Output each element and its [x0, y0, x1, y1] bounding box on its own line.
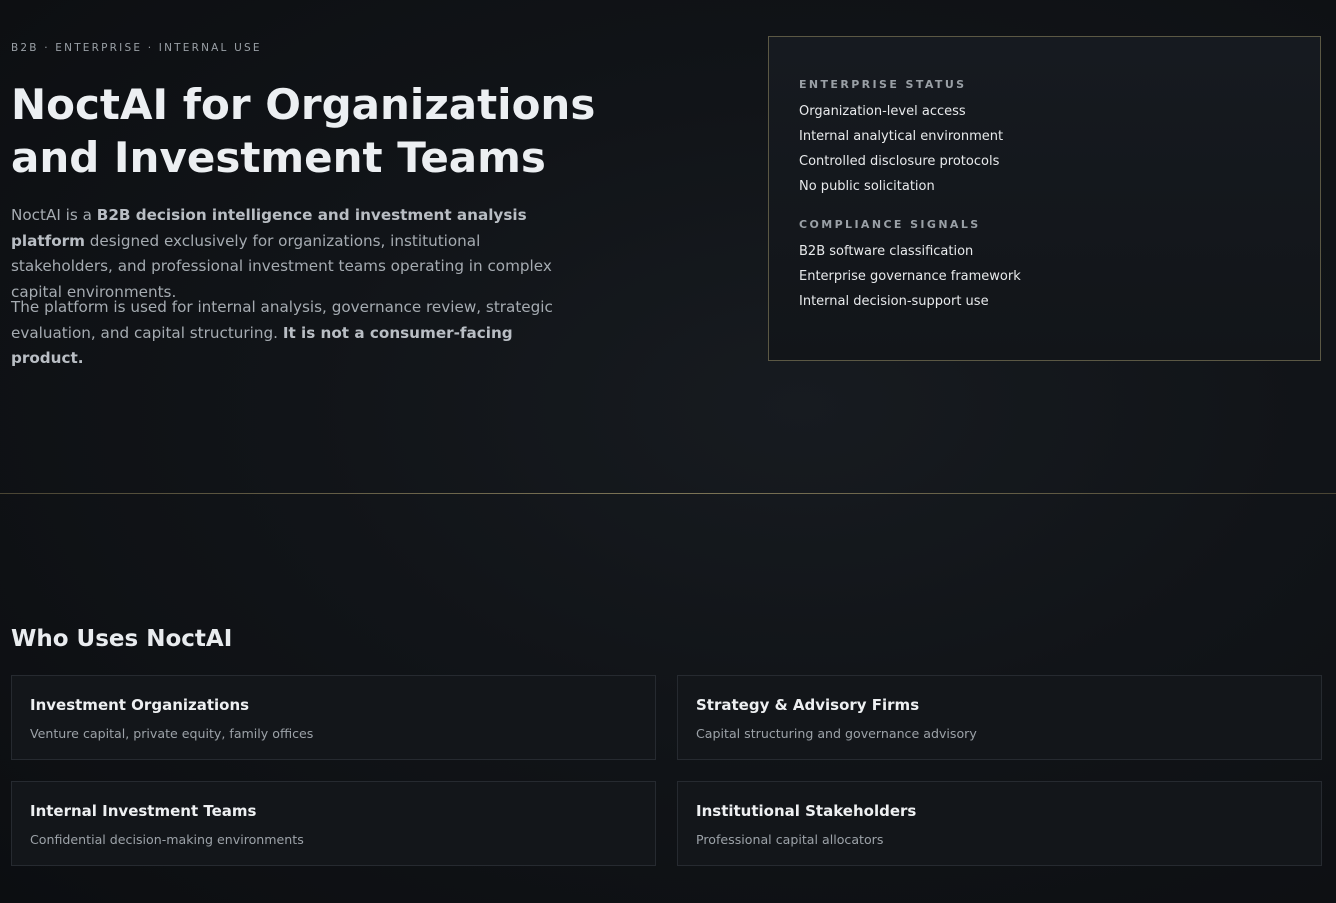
hero-section: B2B · ENTERPRISE · INTERNAL USE NoctAI f… — [0, 0, 1336, 493]
enterprise-status-heading: ENTERPRISE STATUS — [799, 78, 967, 91]
user-card-internal-investment-teams: Internal Investment Teams Confidential d… — [11, 781, 656, 866]
compliance-signal-item: Internal decision-support use — [799, 294, 989, 309]
card-title: Institutional Stakeholders — [696, 802, 917, 820]
page-title: NoctAI for Organizations and Investment … — [11, 80, 596, 182]
intro-lead-text: NoctAI is a — [11, 206, 97, 224]
section-divider — [0, 493, 1336, 494]
usage-paragraph: The platform is used for internal analys… — [11, 295, 571, 372]
enterprise-status-panel: ENTERPRISE STATUS Organization-level acc… — [768, 36, 1321, 361]
enterprise-status-item: Organization-level access — [799, 104, 966, 119]
card-description: Capital structuring and governance advis… — [696, 726, 977, 741]
compliance-signals-heading: COMPLIANCE SIGNALS — [799, 218, 981, 231]
user-card-institutional-stakeholders: Institutional Stakeholders Professional … — [677, 781, 1322, 866]
eyebrow-label: B2B · ENTERPRISE · INTERNAL USE — [11, 42, 262, 54]
card-title: Investment Organizations — [30, 696, 250, 714]
card-title: Strategy & Advisory Firms — [696, 696, 920, 714]
who-uses-heading: Who Uses NoctAI — [11, 626, 233, 652]
card-description: Professional capital allocators — [696, 832, 884, 847]
user-card-investment-organizations: Investment Organizations Venture capital… — [11, 675, 656, 760]
enterprise-status-item: Internal analytical environment — [799, 129, 1004, 144]
card-description: Confidential decision-making environment… — [30, 832, 304, 847]
compliance-signal-item: Enterprise governance framework — [799, 269, 1021, 284]
compliance-signal-item: B2B software classification — [799, 244, 974, 259]
enterprise-status-item: Controlled disclosure protocols — [799, 154, 1000, 169]
card-title: Internal Investment Teams — [30, 802, 257, 820]
enterprise-status-item: No public solicitation — [799, 179, 935, 194]
intro-paragraph: NoctAI is a B2B decision intelligence an… — [11, 203, 571, 305]
card-description: Venture capital, private equity, family … — [30, 726, 314, 741]
user-card-strategy-advisory-firms: Strategy & Advisory Firms Capital struct… — [677, 675, 1322, 760]
intro-rest-text: designed exclusively for organizations, … — [11, 231, 552, 301]
